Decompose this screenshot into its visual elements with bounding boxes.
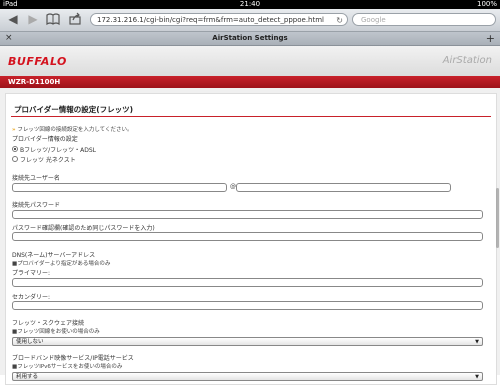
search-input[interactable]: Google	[352, 13, 496, 26]
password-confirm-input[interactable]	[12, 232, 483, 241]
username-domain-input[interactable]	[236, 183, 451, 192]
secondary-dns-label: セカンダリー:	[12, 294, 51, 301]
flets-square-label: フレッツ・スクウェア接続	[12, 320, 85, 327]
chevron-down-icon: ▼	[475, 339, 479, 345]
intro-text: フレッツ回線の接続設定を入力してください。	[17, 127, 133, 133]
radio-flets-next[interactable]	[12, 156, 18, 162]
chevron-down-icon: ▼	[475, 374, 479, 380]
radio-flets-next-label[interactable]: フレッツ 光ネクスト	[20, 155, 76, 164]
page-header: BUFFALO AirStation	[0, 46, 500, 76]
username-input[interactable]	[12, 183, 227, 192]
tab-title[interactable]: AirStation Settings	[0, 32, 500, 45]
primary-dns-label: プライマリー:	[12, 270, 51, 277]
dns-note: ■プロバイダーより指定がある場合のみ	[12, 261, 111, 267]
broadband-note: ■フレッツIPv6サービスをお使いの場合のみ	[12, 364, 123, 370]
radio-bflets[interactable]	[12, 146, 18, 152]
bookmarks-icon[interactable]	[46, 12, 60, 26]
status-bar: iPad 21:40 100%	[0, 0, 500, 9]
page-title: プロバイダー情報の設定(フレッツ)	[14, 105, 134, 114]
model-bar: WZR-D1100H	[0, 76, 500, 88]
airstation-logo: AirStation	[442, 55, 492, 66]
intro-line: » フレッツ回線の接続設定を入力してください。	[12, 125, 132, 133]
radio-bflets-label[interactable]: Bフレッツ/フレッツ・ADSL	[20, 145, 96, 154]
settings-panel: プロバイダー情報の設定(フレッツ) » フレッツ回線の接続設定を入力してください…	[5, 93, 497, 385]
reload-icon[interactable]: ↻	[336, 14, 343, 27]
buffalo-logo: BUFFALO	[8, 55, 67, 68]
browser-toolbar: ◀ ▶ 172.31.216.1/cgi-bin/cgi?req=frm&frm…	[0, 9, 500, 32]
password-confirm-label: パスワード確認欄(確認のため同じパスワードを入力)	[12, 225, 155, 232]
double-chevron-icon: »	[12, 127, 16, 133]
url-bar[interactable]: 172.31.216.1/cgi-bin/cgi?req=frm&frm=aut…	[90, 13, 348, 26]
password-label: 接続先パスワード	[12, 202, 61, 209]
provider-label: プロバイダー情報の設定	[12, 136, 78, 143]
content-area: プロバイダー情報の設定(フレッツ) » フレッツ回線の接続設定を入力してください…	[0, 88, 500, 385]
model-name: WZR-D1100H	[8, 78, 61, 86]
forward-icon[interactable]: ▶	[26, 12, 40, 26]
share-icon[interactable]	[68, 12, 82, 26]
broadband-label: ブロードバンド映像サービス/IP電話サービス	[12, 355, 134, 362]
password-input[interactable]	[12, 210, 483, 219]
flets-square-value: 使用しない	[16, 339, 44, 345]
broadband-select[interactable]: 利用する ▼	[12, 372, 483, 381]
new-tab-icon[interactable]: +	[486, 32, 495, 45]
scrollbar[interactable]	[496, 188, 499, 248]
back-icon[interactable]: ◀	[6, 12, 20, 26]
clock: 21:40	[239, 0, 261, 8]
primary-dns-input[interactable]	[12, 278, 483, 287]
flets-square-select[interactable]: 使用しない ▼	[12, 337, 483, 346]
username-label: 接続先ユーザー名	[12, 175, 60, 182]
dns-label: DNS(ネーム)サーバーアドレス	[12, 252, 96, 259]
secondary-dns-input[interactable]	[12, 301, 483, 310]
battery-indicator: 100%	[476, 0, 497, 8]
flets-square-note: ■フレッツ回線をお使いの場合のみ	[12, 329, 100, 335]
title-divider	[11, 116, 491, 117]
tab-bar: × AirStation Settings +	[0, 32, 500, 46]
url-text: 172.31.216.1/cgi-bin/cgi?req=frm&frm=aut…	[97, 16, 324, 24]
